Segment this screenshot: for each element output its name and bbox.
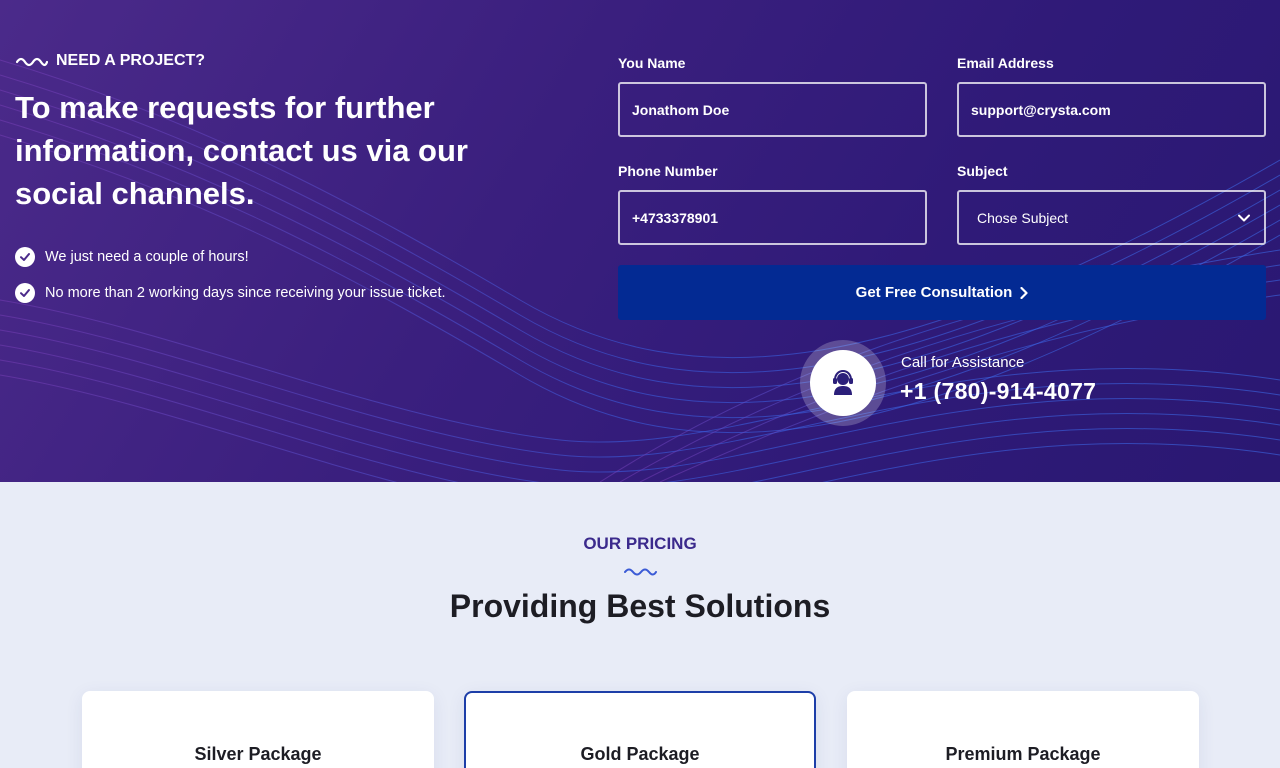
phone-field[interactable]: +4733378901 xyxy=(618,190,927,245)
benefit-list: We just need a couple of hours! No more … xyxy=(15,246,446,318)
assistance-avatar xyxy=(800,340,886,426)
pricing-card-gold: Gold Package xyxy=(464,691,816,768)
pricing-card-premium: Premium Package xyxy=(847,691,1199,768)
benefit-text: No more than 2 working days since receiv… xyxy=(45,285,446,301)
assistance-label: Call for Assistance xyxy=(901,354,1025,371)
email-field[interactable]: support@crysta.com xyxy=(957,82,1266,137)
benefit-item: No more than 2 working days since receiv… xyxy=(15,282,446,304)
benefit-text: We just need a couple of hours! xyxy=(45,249,249,265)
pricing-eyebrow: OUR PRICING xyxy=(583,534,697,553)
chevron-right-icon xyxy=(1020,286,1028,299)
hero-eyebrow: NEED A PROJECT? xyxy=(16,52,205,70)
hero-headline: To make requests for further information… xyxy=(15,90,468,211)
contact-hero: NEED A PROJECT? To make requests for fur… xyxy=(0,0,1280,482)
check-circle-icon xyxy=(15,283,35,303)
get-free-consultation-button[interactable]: Get Free Consultation xyxy=(618,265,1266,320)
subject-label: Subject xyxy=(957,163,1008,179)
card-title: Gold Package xyxy=(580,744,700,764)
subject-value: Chose Subject xyxy=(977,209,1069,226)
benefit-item: We just need a couple of hours! xyxy=(15,246,446,268)
headset-user-icon xyxy=(833,369,853,395)
card-title: Silver Package xyxy=(194,744,322,764)
phone-value: +4733378901 xyxy=(632,209,719,226)
assistance-phone-link[interactable]: +1 (780)-914-4077 xyxy=(900,378,1096,405)
pricing-title: Providing Best Solutions xyxy=(449,588,831,624)
squiggle-icon xyxy=(16,57,48,67)
check-circle-icon xyxy=(15,247,35,267)
chevron-down-icon xyxy=(1238,214,1250,221)
hero-eyebrow-text: NEED A PROJECT? xyxy=(56,52,206,69)
name-field[interactable]: Jonathom Doe xyxy=(618,82,927,137)
name-label: You Name xyxy=(618,55,686,71)
name-value: Jonathom Doe xyxy=(632,101,730,118)
pricing-card-silver: Silver Package xyxy=(82,691,434,768)
email-value: support@crysta.com xyxy=(971,101,1111,118)
subject-select[interactable]: Chose Subject xyxy=(957,190,1266,245)
cta-label: Get Free Consultation xyxy=(855,284,1013,301)
card-title: Premium Package xyxy=(945,744,1101,764)
squiggle-icon xyxy=(624,568,657,576)
phone-label: Phone Number xyxy=(618,163,718,179)
email-label: Email Address xyxy=(957,55,1054,71)
